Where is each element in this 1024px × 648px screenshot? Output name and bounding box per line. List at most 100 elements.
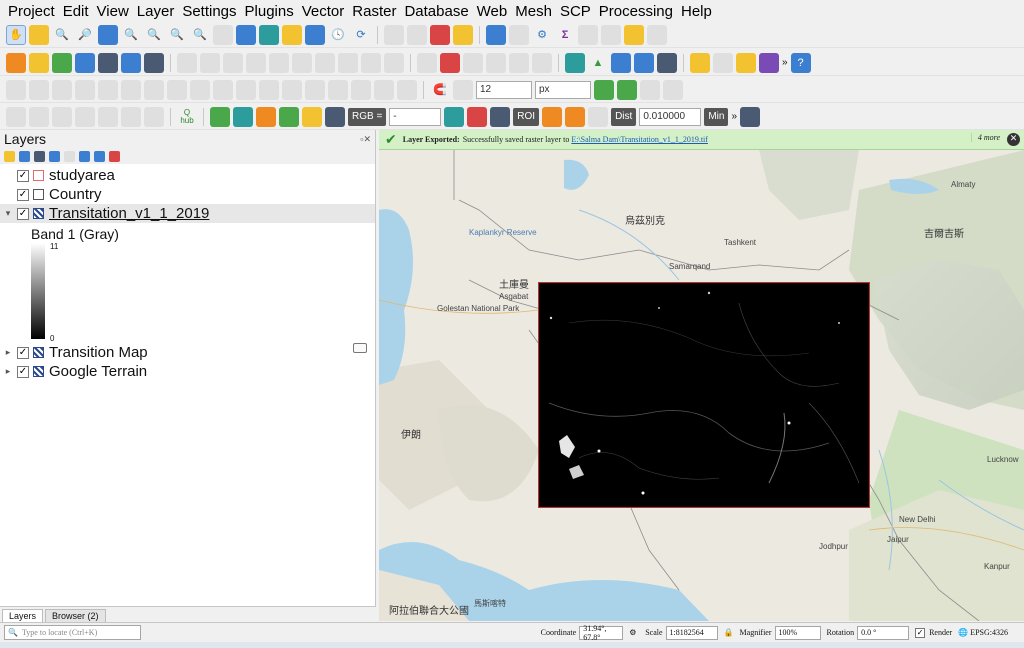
temporal-clock-icon[interactable]: 🕓	[328, 25, 348, 45]
snapping-intersection-icon[interactable]	[617, 79, 637, 100]
field-calculator-icon[interactable]	[578, 24, 598, 45]
menu-settings[interactable]: Settings	[178, 3, 240, 20]
remove-layer-icon[interactable]	[109, 150, 120, 162]
topological-editing-icon[interactable]	[594, 79, 614, 100]
snapping-tolerance-input[interactable]: 12	[476, 80, 532, 99]
measure-icon[interactable]	[601, 24, 621, 45]
menu-edit[interactable]: Edit	[59, 3, 93, 20]
layer-row-transitation[interactable]: ▾ ✓ Transitation_v1_1_2019	[0, 204, 375, 223]
scp-plugin-icon[interactable]	[736, 52, 756, 73]
shape-ellipse-icon[interactable]	[75, 106, 95, 127]
crs-globe-icon[interactable]: 🌐	[958, 628, 968, 638]
zoom-native-icon[interactable]: 🔍	[167, 25, 187, 45]
add-vector-layer-icon[interactable]	[52, 52, 72, 73]
toolbar-overflow-icon[interactable]: »	[731, 111, 737, 122]
add-delimited-icon[interactable]	[144, 52, 164, 73]
snapping-type-icon[interactable]	[453, 79, 473, 100]
pan-to-selection-icon[interactable]	[29, 24, 49, 45]
wms-globe-icon[interactable]	[611, 52, 631, 73]
shape-select-icon[interactable]	[29, 106, 49, 127]
shape-regular-icon[interactable]	[144, 106, 164, 127]
add-feature-icon[interactable]	[223, 52, 243, 73]
zoom-next-icon[interactable]	[213, 24, 233, 45]
self-snapping-icon[interactable]	[663, 79, 683, 100]
new-map-view-icon[interactable]	[236, 24, 256, 45]
layer-row-country[interactable]: ✓ Country	[0, 185, 375, 204]
layer-visibility-checkbox[interactable]: ✓	[17, 169, 29, 182]
plugin-car-icon[interactable]	[657, 52, 677, 73]
scale-field[interactable]: 1:8182564	[665, 625, 718, 640]
rotation-field[interactable]: 0.0 °	[857, 625, 910, 640]
menu-view[interactable]: View	[93, 3, 133, 20]
scp-tools-icon[interactable]	[256, 106, 276, 127]
delete-feature-icon[interactable]	[269, 52, 289, 73]
menu-vector[interactable]: Vector	[298, 3, 349, 20]
menu-raster[interactable]: Raster	[348, 3, 400, 20]
tab-browser[interactable]: Browser (2)	[45, 609, 106, 622]
coordinate-field[interactable]: 31.94°, 67.8°	[579, 624, 624, 642]
show-bookmarks-icon[interactable]	[305, 24, 325, 45]
add-group-icon[interactable]	[19, 150, 30, 162]
select-features-icon[interactable]	[384, 24, 404, 45]
expand-all-icon[interactable]	[79, 150, 90, 162]
zoom-full-icon[interactable]	[98, 24, 118, 45]
identify-icon[interactable]	[486, 24, 506, 45]
roi-redo-icon[interactable]	[588, 106, 609, 127]
menu-database[interactable]: Database	[400, 3, 472, 20]
filter-legend-icon[interactable]	[49, 150, 60, 162]
menu-scp[interactable]: SCP	[556, 3, 595, 20]
more-messages-button[interactable]: 4 more	[970, 133, 1000, 142]
panel-float-close-icon[interactable]: ▫✕	[360, 134, 375, 145]
expand-arrow-icon[interactable]: ▸	[3, 366, 13, 377]
menu-layer[interactable]: Layer	[133, 3, 179, 20]
add-raster-icon[interactable]	[98, 52, 118, 73]
label-icon[interactable]	[417, 52, 437, 73]
layer-row-studyarea[interactable]: ✓ studyarea	[0, 166, 375, 185]
share-icon[interactable]	[210, 106, 230, 127]
statistics-sigma-icon[interactable]: Σ	[555, 25, 575, 45]
offset-curve-icon[interactable]	[236, 79, 256, 100]
zoom-layer-icon[interactable]: 🔍	[144, 25, 164, 45]
shape-circle-icon[interactable]	[52, 106, 72, 127]
scp-dock-icon[interactable]	[233, 106, 253, 127]
attribute-table-icon[interactable]	[509, 24, 529, 45]
layer-visibility-checkbox[interactable]: ✓	[17, 346, 29, 359]
move-feature-icon[interactable]	[29, 79, 49, 100]
add-mesh-icon[interactable]	[121, 52, 141, 73]
pan-hand-icon[interactable]: ✋	[6, 24, 26, 45]
vertex-tool-icon[interactable]	[246, 52, 266, 73]
georeference-icon[interactable]	[565, 52, 585, 73]
toggle-extents-icon[interactable]: ⚙	[629, 628, 639, 638]
plugin-manager-icon[interactable]	[713, 52, 733, 73]
tracing-icon[interactable]	[640, 79, 660, 100]
scp-rgb-search-icon[interactable]	[325, 106, 345, 127]
copy-features-icon[interactable]	[315, 52, 335, 73]
map-tips-icon[interactable]	[624, 24, 644, 45]
triangle-icon[interactable]: ▲	[588, 53, 608, 73]
dist-input[interactable]: 0.010000	[639, 107, 702, 126]
toolbar-overflow-icon[interactable]: »	[782, 57, 788, 68]
undo-icon[interactable]	[361, 52, 381, 73]
scp-preview-a-icon[interactable]	[444, 106, 465, 127]
expand-arrow-icon[interactable]: ▸	[3, 347, 13, 358]
message-path-link[interactable]: E:\Salma Dam\Transitation_v1_1_2019.tif	[571, 135, 708, 144]
layer-visibility-checkbox[interactable]: ✓	[17, 188, 29, 201]
render-checkbox[interactable]: ✓	[915, 627, 926, 638]
offset-symbols-icon[interactable]	[374, 79, 394, 100]
layer-indicator-icon[interactable]	[353, 343, 367, 353]
python-console-icon[interactable]	[690, 52, 710, 73]
layer-visibility-checkbox[interactable]: ✓	[17, 365, 29, 378]
save-edits-icon[interactable]	[200, 52, 220, 73]
delete-part-icon[interactable]	[190, 79, 210, 100]
rgb-select[interactable]: -	[389, 107, 442, 126]
select-location-icon[interactable]	[453, 24, 473, 45]
wfs-globe-icon[interactable]	[634, 52, 654, 73]
merge-features-icon[interactable]	[305, 79, 325, 100]
deselect-icon[interactable]	[430, 24, 450, 45]
add-ring-icon[interactable]	[98, 79, 118, 100]
scp-band-set-icon[interactable]	[302, 106, 322, 127]
hub-plugin-icon[interactable]: Qhub	[177, 107, 197, 127]
digitize-icon[interactable]	[75, 52, 95, 73]
roi-add-icon[interactable]	[565, 106, 586, 127]
split-features-icon[interactable]	[259, 79, 279, 100]
